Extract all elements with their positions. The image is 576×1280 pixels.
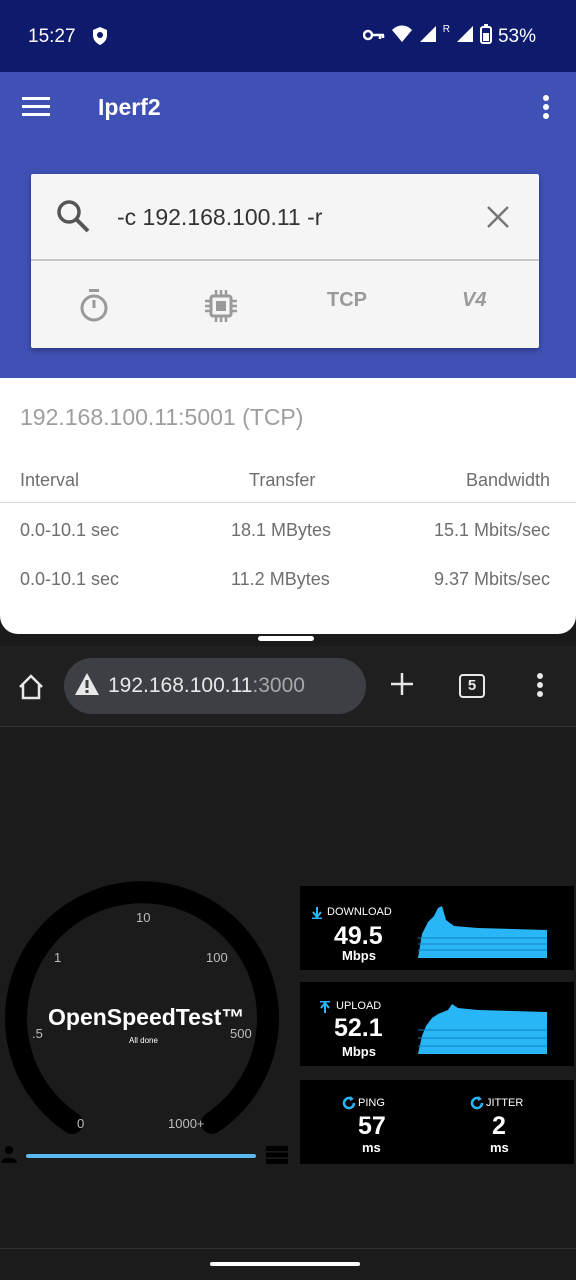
table-cell: 15.1 Mbits/sec [433, 520, 550, 540]
server-icon [266, 1146, 288, 1169]
shield-icon [90, 26, 110, 51]
cpu-icon[interactable] [204, 289, 238, 328]
status-time: 15:27 [28, 26, 76, 47]
download-panel: DOWNLOAD 49.5 Mbps [300, 886, 574, 970]
url-port: :3000 [252, 674, 305, 697]
jitter-unit: ms [490, 1140, 509, 1155]
protocol-toggle[interactable]: TCP [327, 289, 367, 312]
more-vert-icon[interactable] [542, 94, 550, 125]
browser-toolbar: 192.168.100.11:3000 5 [0, 646, 576, 726]
table-row: 0.0-10.1 sec [20, 520, 120, 540]
test-status: All done [129, 1036, 158, 1045]
gauge-label: 100 [206, 950, 228, 965]
split-handle[interactable] [258, 636, 314, 641]
wifi-icon [391, 25, 413, 49]
results-panel: 192.168.100.11:5001 (TCP) Interval Trans… [0, 378, 576, 634]
gauge-label: 0 [77, 1116, 85, 1131]
opensppedtest-brand: OpenSpeedTest™ [48, 1004, 245, 1030]
refresh-icon [470, 1096, 484, 1115]
menu-icon[interactable] [22, 96, 50, 123]
battery-icon [479, 24, 492, 50]
progress-bar [26, 1154, 256, 1158]
warning-icon[interactable] [74, 672, 100, 701]
battery-percent: 53% [497, 26, 536, 47]
table-cell: 11.2 MBytes [231, 569, 330, 589]
tab-switcher-button[interactable]: 5 [459, 674, 485, 698]
table-cell: 9.37 Mbits/sec [433, 569, 550, 589]
more-vert-icon[interactable] [536, 672, 544, 703]
command-input[interactable]: -c 192.168.100.11 -r [117, 204, 322, 231]
result-host: 192.168.100.11:5001 (TCP) [20, 404, 304, 430]
new-tab-icon[interactable] [388, 670, 416, 703]
status-bar: 15:27 R 53% [0, 0, 576, 72]
gauge-label: .5 [32, 1026, 43, 1041]
upload-sparkline [418, 1004, 547, 1054]
signal-icon-2 [456, 25, 474, 49]
command-card: -c 192.168.100.11 -r TCP V4 [31, 174, 539, 348]
url-bar[interactable]: 192.168.100.11:3000 [64, 658, 366, 714]
home-gesture-handle[interactable] [210, 1262, 360, 1266]
gauge-label: 10 [136, 910, 151, 925]
timer-icon[interactable] [79, 289, 109, 328]
ping-jitter-panel: PING 57 ms JITTER 2 ms [300, 1080, 574, 1164]
table-cell: 18.1 MBytes [231, 520, 332, 540]
gauge-label: 1 [54, 950, 62, 965]
gauge-label: 1000+ [168, 1116, 205, 1131]
upload-panel: UPLOAD 52.1 Mbps [300, 982, 574, 1066]
signal-icon [419, 25, 437, 49]
table-divider [0, 502, 576, 503]
download-unit: Mbps [342, 948, 376, 963]
command-row: -c 192.168.100.11 -r [31, 174, 539, 261]
url-text: 192.168.100.11:3000 [108, 674, 305, 698]
download-sparkline [418, 906, 547, 958]
download-value: 49.5 [334, 922, 383, 950]
upload-label: UPLOAD [336, 1000, 382, 1012]
app-title: Iperf2 [98, 94, 161, 120]
vpn-key-icon [362, 26, 385, 48]
upload-unit: Mbps [342, 1044, 376, 1059]
download-arrow-icon [312, 906, 322, 924]
options-row: TCP V4 [31, 261, 539, 348]
home-icon[interactable] [18, 674, 44, 705]
download-label: DOWNLOAD [327, 906, 392, 918]
ip-version-toggle[interactable]: V4 [462, 289, 486, 312]
navigation-bar [0, 1248, 576, 1280]
ping-value: 57 [358, 1112, 386, 1140]
jitter-value: 2 [492, 1112, 506, 1140]
header-transfer: Transfer [249, 470, 316, 490]
header-bandwidth: Bandwidth [465, 470, 550, 490]
person-icon [0, 1145, 18, 1168]
upload-value: 52.1 [334, 1014, 383, 1042]
upload-arrow-icon [320, 1000, 330, 1018]
refresh-icon [342, 1096, 356, 1115]
close-icon[interactable] [485, 204, 511, 235]
table-row: 0.0-10.1 sec [20, 569, 120, 589]
search-icon [55, 198, 91, 239]
roaming-flag: R [442, 23, 450, 35]
status-icons: R 53% [362, 23, 536, 50]
ping-label: PING [358, 1097, 385, 1109]
jitter-label: JITTER [486, 1097, 524, 1109]
header-interval: Interval [20, 470, 80, 490]
ping-unit: ms [362, 1140, 381, 1155]
url-host: 192.168.100.11 [108, 674, 253, 697]
